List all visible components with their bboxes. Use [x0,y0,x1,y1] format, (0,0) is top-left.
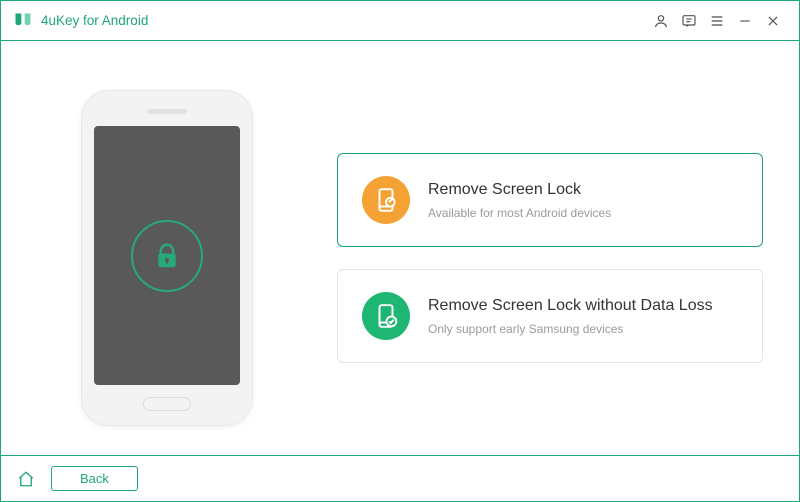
close-button[interactable] [759,7,787,35]
phone-check-icon [362,292,410,340]
account-icon[interactable] [647,7,675,35]
minimize-button[interactable] [731,7,759,35]
main-content: Remove Screen Lock Available for most An… [1,41,799,455]
lock-circle-icon [131,220,203,292]
options-column: Remove Screen Lock Available for most An… [337,71,763,445]
phone-unlock-icon [362,176,410,224]
phone-home-button-icon [143,397,191,411]
phone-illustration [81,90,253,426]
option-title: Remove Screen Lock without Data Loss [428,296,713,317]
back-button[interactable]: Back [51,466,138,491]
phone-illustration-column [37,71,297,445]
option-subtitle: Only support early Samsung devices [428,322,713,336]
phone-screen [94,126,240,385]
home-button[interactable] [15,468,37,490]
option-remove-screen-lock-no-data-loss[interactable]: Remove Screen Lock without Data Loss Onl… [337,269,763,363]
phone-speaker-icon [147,109,187,114]
option-remove-screen-lock[interactable]: Remove Screen Lock Available for most An… [337,153,763,247]
footer-bar: Back [1,455,799,501]
app-logo-icon [13,11,33,31]
menu-icon[interactable] [703,7,731,35]
option-subtitle: Available for most Android devices [428,206,611,220]
title-bar: 4uKey for Android [1,1,799,41]
option-title: Remove Screen Lock [428,180,611,201]
feedback-icon[interactable] [675,7,703,35]
app-window: 4uKey for Android [0,0,800,502]
app-title: 4uKey for Android [41,13,148,28]
